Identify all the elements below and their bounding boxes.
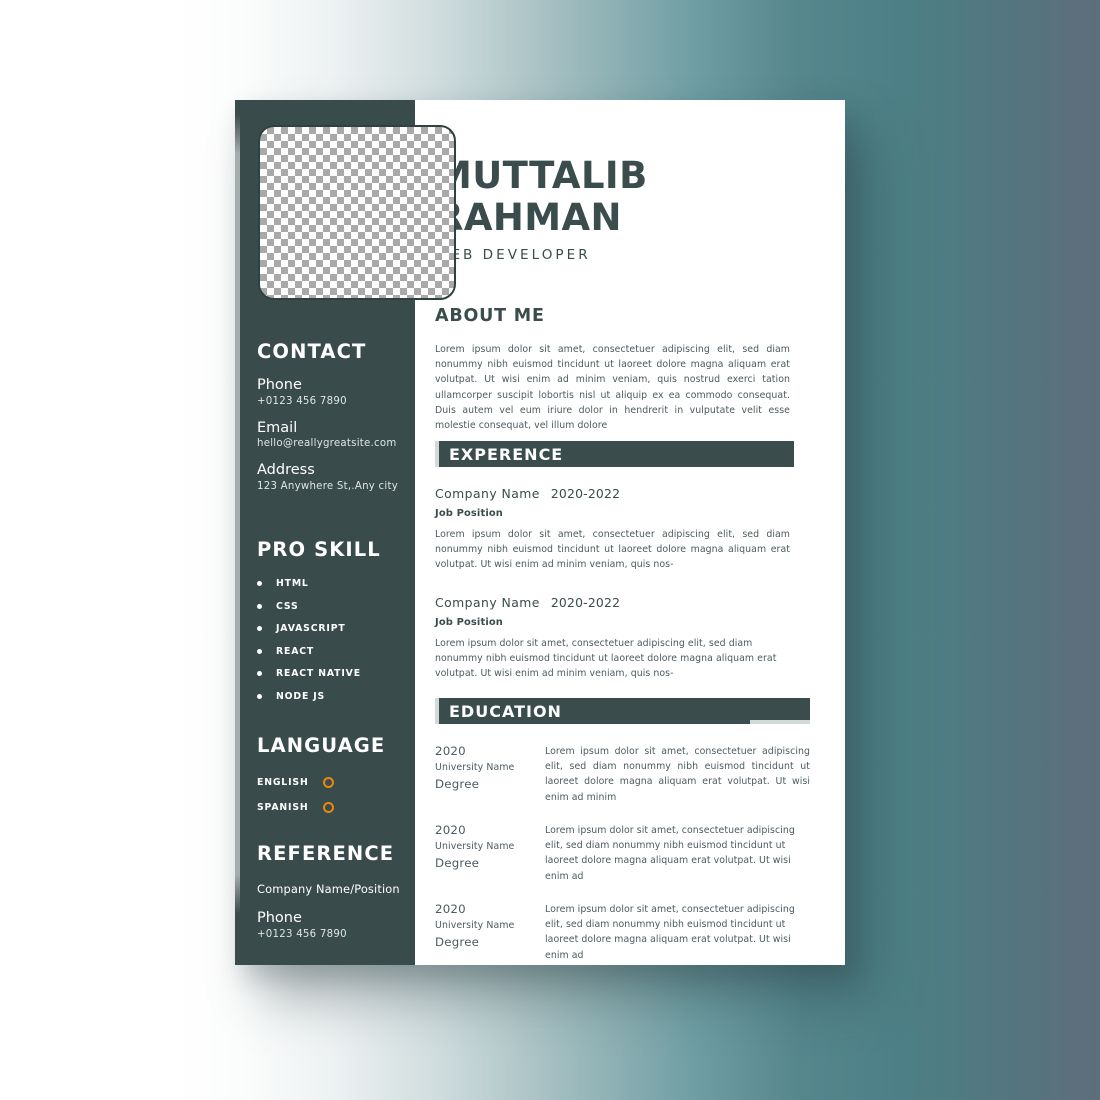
experience-entry: Company Name 2020-2022 Job Position Lore… [435, 595, 794, 682]
skill-label: HTML [276, 578, 309, 589]
experience-years: 2020-2022 [550, 486, 621, 501]
contact-address-label: Address [257, 462, 315, 479]
education-degree: Degree [435, 777, 480, 791]
main-content: MUTTALIB RAHMAN WEB DEVELOPER ABOUT ME L… [415, 100, 845, 965]
skill-item: JAVASCRIPT [257, 623, 415, 634]
skill-label: REACT [276, 645, 315, 657]
language-section: LANGUAGE ENGLISH SPANISH [257, 734, 415, 827]
contact-email-value: hello@reallygreatsite.com [257, 438, 397, 450]
reference-section: REFERENCE Company Name/Position Phone +0… [257, 842, 415, 940]
language-label: SPANISH [257, 802, 309, 813]
education-degree: Degree [435, 934, 480, 949]
about-section: ABOUT ME Lorem ipsum dolor sit amet, con… [435, 306, 790, 433]
education-year: 2020 [435, 901, 466, 916]
bullet-dot-icon [257, 581, 262, 586]
experience-entry-header: Company Name 2020-2022 [435, 595, 794, 610]
education-entry: 2020 University Name Degree Lorem ipsum … [435, 744, 810, 805]
education-entry-meta: 2020 University Name Degree [435, 902, 545, 963]
about-heading: ABOUT ME [435, 306, 545, 326]
language-heading: LANGUAGE [257, 734, 386, 757]
experience-heading: EXPERENCE [449, 444, 564, 464]
reference-heading: REFERENCE [257, 842, 395, 865]
education-entry-meta: 2020 University Name Degree [435, 823, 545, 884]
page-title-line2: RAHMAN [435, 195, 622, 239]
contact-item-phone: Phone +0123 456 7890 [257, 377, 415, 407]
education-entry: 2020 University Name Degree Lorem ipsum … [435, 902, 810, 963]
contact-item-email: Email hello@reallygreatsite.com [257, 420, 415, 450]
language-item: SPANISH [257, 802, 415, 813]
skill-label: NODE JS [276, 690, 326, 702]
skill-label: REACT NATIVE [276, 668, 361, 679]
experience-text: Lorem ipsum dolor sit amet, consectetuer… [435, 637, 777, 680]
contact-heading: CONTACT [257, 340, 367, 363]
bullet-dot-icon [257, 693, 262, 699]
skill-item: REACT [257, 646, 415, 657]
contact-section: CONTACT Phone +0123 456 7890 Email hello… [257, 340, 415, 505]
experience-years: 2020-2022 [550, 594, 621, 610]
education-text: Lorem ipsum dolor sit amet, consectetuer… [545, 824, 795, 882]
experience-company: Company Name [435, 594, 540, 610]
banner-accent-bar [435, 441, 439, 467]
pro-skill-section: PRO SKILL HTML CSS JAVASCRIPT REACT REAC… [257, 538, 415, 713]
skill-label: JAVASCRIPT [276, 623, 346, 634]
education-section: EDUCATION 2020 University Name Degree Lo… [435, 698, 810, 981]
reference-phone-label: Phone [257, 910, 302, 926]
education-text: Lorem ipsum dolor sit amet, consectetuer… [545, 746, 810, 803]
contact-item-address: Address 123 Anywhere St,.Any city [257, 462, 415, 492]
education-university: University Name [435, 919, 515, 931]
education-university: University Name [435, 762, 515, 773]
education-degree: Degree [435, 855, 480, 870]
bullet-dot-icon [257, 626, 262, 631]
bullet-dot-icon [257, 603, 262, 609]
name-block: MUTTALIB RAHMAN WEB DEVELOPER [435, 155, 825, 263]
experience-entry: Company Name 2020-2022 Job Position Lore… [435, 486, 794, 573]
sidebar-accent-strip [235, 114, 240, 914]
education-university: University Name [435, 840, 515, 852]
contact-phone-value: +0123 456 7890 [257, 395, 347, 407]
education-year: 2020 [435, 744, 466, 758]
resume-page: CONTACT Phone +0123 456 7890 Email hello… [235, 100, 845, 965]
reference-phone-block: Phone +0123 456 7890 [257, 910, 415, 940]
experience-section: EXPERENCE Company Name 2020-2022 Job Pos… [435, 441, 794, 681]
skill-label: CSS [276, 600, 299, 612]
ring-icon [323, 802, 334, 813]
bullet-dot-icon [257, 648, 262, 654]
education-heading: EDUCATION [449, 701, 562, 721]
contact-address-value: 123 Anywhere St,.Any city [257, 481, 399, 493]
language-item: ENGLISH [257, 777, 415, 788]
contact-phone-label: Phone [257, 377, 302, 393]
skill-item: NODE JS [257, 691, 415, 702]
language-label: ENGLISH [257, 777, 309, 788]
experience-text: Lorem ipsum dolor sit amet, consectetuer… [435, 529, 790, 571]
education-entry-meta: 2020 University Name Degree [435, 744, 545, 805]
skill-item: HTML [257, 578, 415, 589]
ring-icon [323, 777, 334, 788]
job-title: WEB DEVELOPER [435, 246, 591, 263]
skill-item: CSS [257, 601, 415, 612]
reference-phone-value: +0123 456 7890 [257, 928, 347, 940]
banner-accent-bar [435, 698, 439, 724]
experience-position: Job Position [435, 508, 503, 519]
experience-company: Company Name [435, 486, 540, 501]
experience-banner: EXPERENCE [435, 441, 794, 467]
bullet-dot-icon [257, 671, 262, 676]
page-title-line1: MUTTALIB [435, 154, 648, 197]
profile-photo-placeholder [258, 125, 456, 300]
experience-entry-header: Company Name 2020-2022 [435, 486, 794, 501]
contact-email-label: Email [257, 419, 298, 436]
banner-extension-bar [750, 720, 810, 724]
education-entry: 2020 University Name Degree Lorem ipsum … [435, 823, 810, 884]
education-text: Lorem ipsum dolor sit amet, consectetuer… [545, 903, 795, 961]
about-text: Lorem ipsum dolor sit amet, consectetuer… [435, 344, 790, 432]
education-banner: EDUCATION [435, 698, 810, 724]
pro-skill-heading: PRO SKILL [257, 538, 381, 561]
skill-item: REACT NATIVE [257, 668, 415, 679]
reference-company-position: Company Name/Position [257, 882, 400, 896]
education-year: 2020 [435, 822, 466, 837]
experience-position: Job Position [435, 616, 503, 628]
